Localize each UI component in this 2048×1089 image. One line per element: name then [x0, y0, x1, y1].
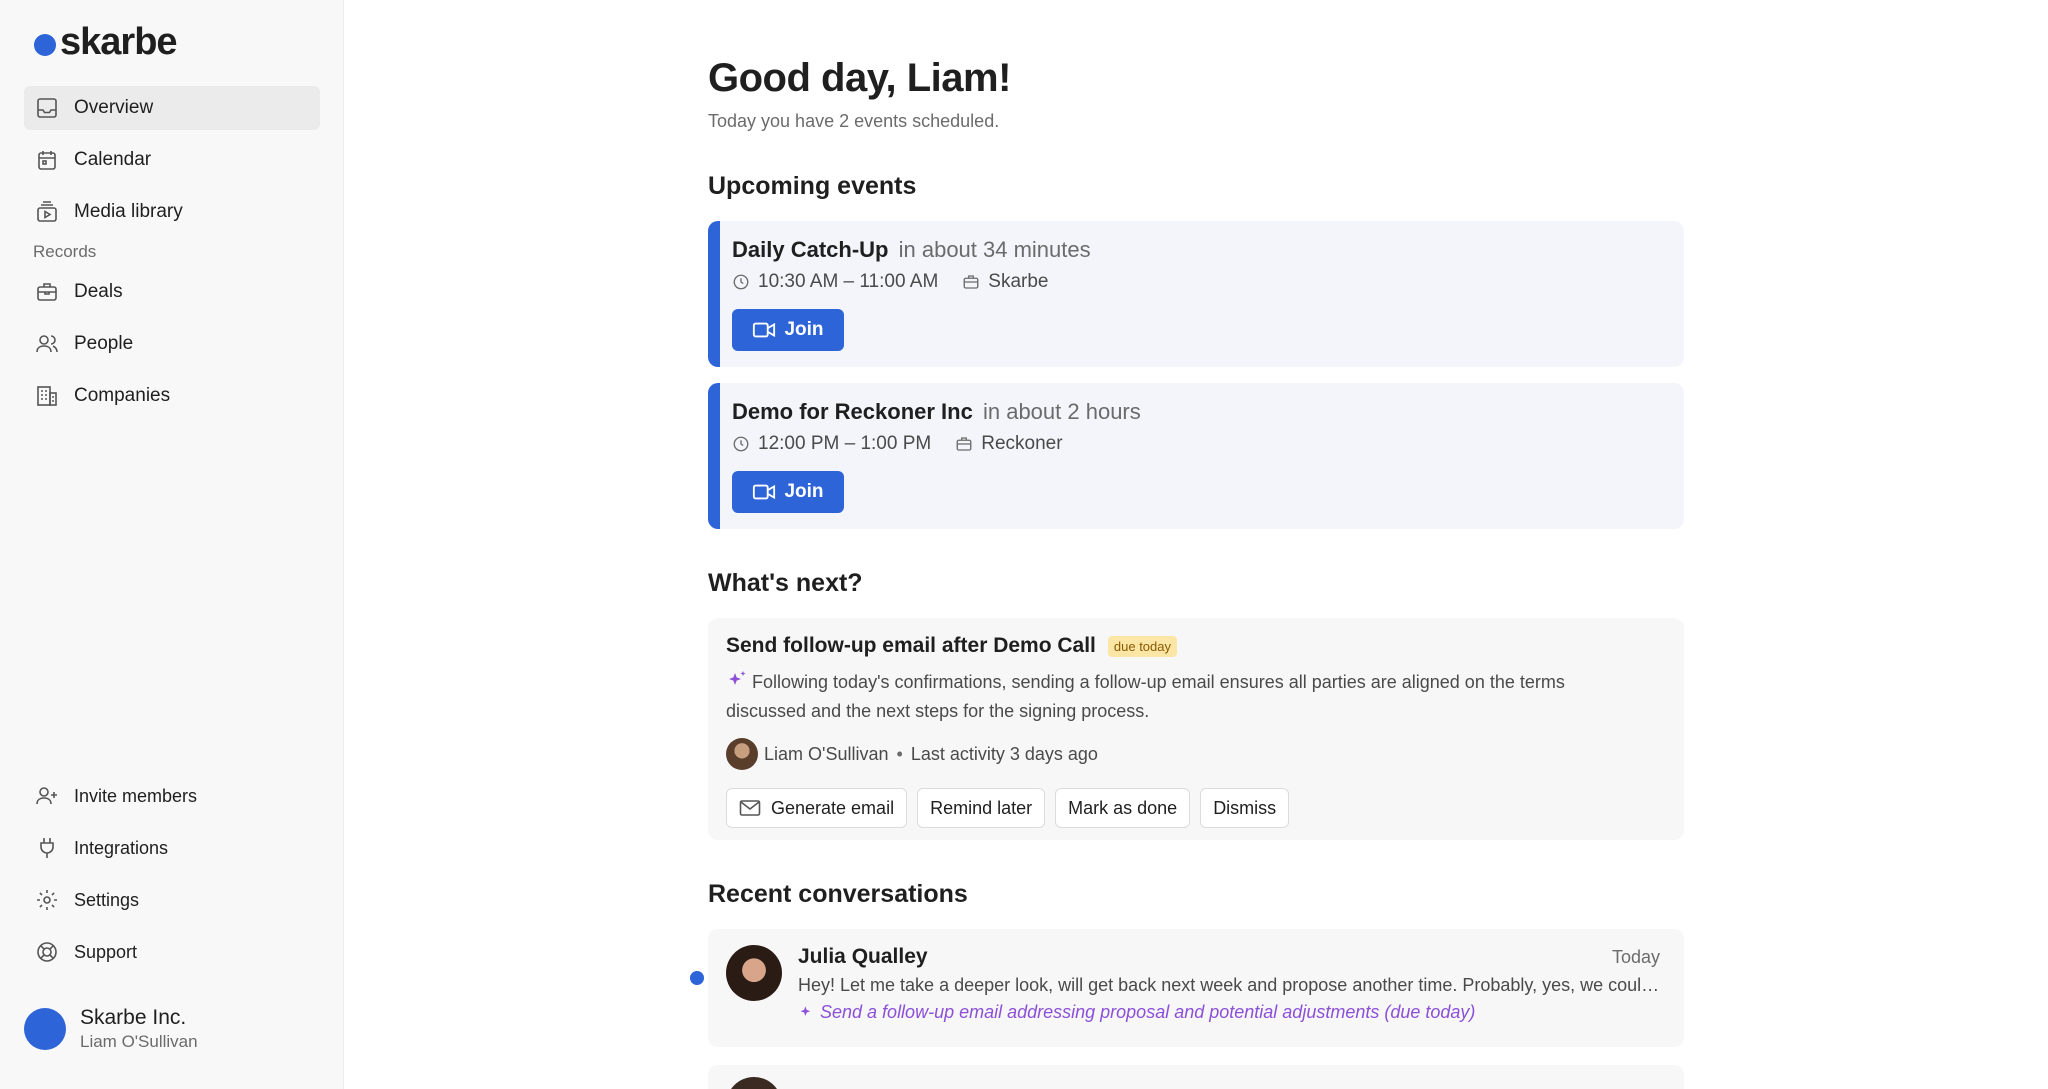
event-card[interactable]: Demo for Reckoner Inc in about 2 hours 1…	[708, 383, 1684, 529]
contact-avatar	[726, 945, 782, 1001]
bottom-nav: Invite members Integrations Settings Sup…	[24, 774, 320, 982]
org-avatar	[24, 1008, 66, 1050]
contact-avatar	[726, 1077, 782, 1089]
people-icon	[34, 331, 60, 357]
conversation-item[interactable]: Julia Qualley Today Hey! Let me take a d…	[690, 929, 1684, 1047]
task-last-activity: Last activity 3 days ago	[910, 743, 1098, 764]
dismiss-label: Dismiss	[1213, 797, 1277, 818]
sidebar-item-calendar[interactable]: Calendar	[24, 138, 320, 182]
event-time-range: 10:30 AM – 11:00 AM	[758, 271, 939, 292]
conversation-preview: Hey! Let me take a deeper look, will get…	[798, 975, 1660, 995]
event-time-range: 12:00 PM – 1:00 PM	[758, 433, 932, 454]
sidebar-item-label: Integrations	[74, 837, 169, 858]
task-title[interactable]: Send follow-up email after Demo Call	[726, 634, 1096, 658]
sidebar-item-overview[interactable]: Overview	[24, 86, 320, 130]
ai-suggestion[interactable]: Send a follow-up email addressing propos…	[798, 1002, 1660, 1023]
ai-sparkle-icon	[800, 1006, 811, 1016]
dismiss-button[interactable]: Dismiss	[1200, 788, 1290, 828]
records-section-label: Records	[33, 242, 97, 261]
conversation-item-partial[interactable]	[708, 1065, 1684, 1089]
whats-next-title: What's next?	[708, 569, 863, 597]
task-owner-name: Liam O'Sullivan	[764, 743, 889, 764]
video-camera-icon	[753, 322, 776, 338]
event-company: Skarbe	[988, 271, 1049, 292]
event-card[interactable]: Daily Catch-Up in about 34 minutes 10:30…	[708, 221, 1684, 367]
sidebar-item-label: People	[74, 333, 134, 354]
brand-name: skarbe	[60, 20, 178, 63]
event-company: Reckoner	[981, 433, 1063, 454]
sidebar: skarbe Overview Calendar Media library R…	[0, 0, 344, 1089]
gear-icon	[34, 887, 60, 913]
conversation-time: Today	[1611, 947, 1660, 967]
mark-as-done-button[interactable]: Mark as done	[1055, 788, 1191, 828]
account-user-name: Liam O'Sullivan	[80, 1032, 198, 1051]
building-icon	[34, 383, 60, 409]
sidebar-item-people[interactable]: People	[24, 322, 320, 366]
briefcase-icon	[963, 275, 979, 289]
briefcase-icon	[34, 279, 60, 305]
sidebar-item-media-library[interactable]: Media library	[24, 190, 320, 234]
video-camera-icon	[753, 484, 776, 500]
event-title: Demo for Reckoner Inc	[732, 399, 973, 424]
event-relative-time: in about 2 hours	[982, 399, 1141, 424]
lifebuoy-icon	[34, 939, 60, 965]
briefcase-icon	[956, 437, 972, 451]
clock-icon	[733, 274, 749, 290]
join-button-label: Join	[784, 319, 824, 340]
sidebar-item-invite-members[interactable]: Invite members	[24, 774, 320, 818]
main-content: Good day, Liam! Today you have 2 events …	[344, 0, 2048, 1089]
calendar-icon	[34, 147, 60, 173]
task-card: Send follow-up email after Demo Call due…	[708, 618, 1684, 840]
ai-sparkle-icon	[729, 671, 746, 685]
remind-later-label: Remind later	[930, 797, 1033, 818]
recent-conversations-title: Recent conversations	[708, 880, 968, 908]
event-accent-bar	[708, 221, 720, 367]
generate-email-label: Generate email	[771, 797, 895, 818]
due-badge: due today	[1107, 635, 1177, 657]
sidebar-item-label: Calendar	[74, 149, 152, 170]
inbox-icon	[34, 95, 60, 121]
account-switcher[interactable]: Skarbe Inc. Liam O'Sullivan	[24, 1006, 198, 1052]
sidebar-item-label: Invite members	[74, 785, 198, 806]
contact-name: Julia Qualley	[798, 945, 928, 968]
mark-as-done-label: Mark as done	[1068, 797, 1178, 818]
unread-indicator	[690, 971, 704, 985]
sidebar-item-companies[interactable]: Companies	[24, 374, 320, 418]
sidebar-item-label: Companies	[74, 385, 171, 406]
event-relative-time: in about 34 minutes	[898, 237, 1091, 262]
sidebar-item-integrations[interactable]: Integrations	[24, 826, 320, 870]
app-root: skarbe Overview Calendar Media library R…	[0, 0, 2048, 1089]
event-accent-bar	[708, 383, 720, 529]
sidebar-item-label: Media library	[74, 201, 183, 222]
separator-dot: •	[896, 743, 903, 764]
sidebar-item-settings[interactable]: Settings	[24, 878, 320, 922]
owner-avatar	[726, 738, 758, 770]
mail-icon	[739, 800, 761, 816]
org-name: Skarbe Inc.	[80, 1006, 187, 1029]
sidebar-item-label: Support	[74, 941, 138, 962]
clock-icon	[733, 436, 749, 452]
ai-suggestion-text: Send a follow-up email addressing propos…	[820, 1002, 1476, 1022]
event-title: Daily Catch-Up	[732, 237, 889, 262]
page-subtitle: Today you have 2 events scheduled.	[708, 111, 1000, 131]
sidebar-item-deals[interactable]: Deals	[24, 270, 320, 314]
sidebar-item-label: Settings	[74, 889, 140, 910]
join-button-label: Join	[784, 481, 824, 502]
logo-dot-icon	[34, 34, 56, 56]
page-title: Good day, Liam!	[708, 56, 1011, 100]
sidebar-item-label: Overview	[74, 97, 154, 118]
sidebar-item-support[interactable]: Support	[24, 930, 320, 974]
task-description: Following today's confirmations, sending…	[726, 672, 1565, 721]
join-button[interactable]: Join	[732, 471, 844, 513]
brand-logo[interactable]: skarbe	[34, 18, 178, 66]
plug-icon	[34, 835, 60, 861]
upcoming-events-title: Upcoming events	[708, 172, 917, 200]
generate-email-button[interactable]: Generate email	[726, 788, 908, 828]
media-library-icon	[34, 199, 60, 225]
main-nav: Overview Calendar Media library Records	[24, 86, 320, 426]
join-button[interactable]: Join	[732, 309, 844, 351]
sidebar-item-label: Deals	[74, 281, 123, 302]
user-plus-icon	[34, 783, 60, 809]
remind-later-button[interactable]: Remind later	[917, 788, 1046, 828]
